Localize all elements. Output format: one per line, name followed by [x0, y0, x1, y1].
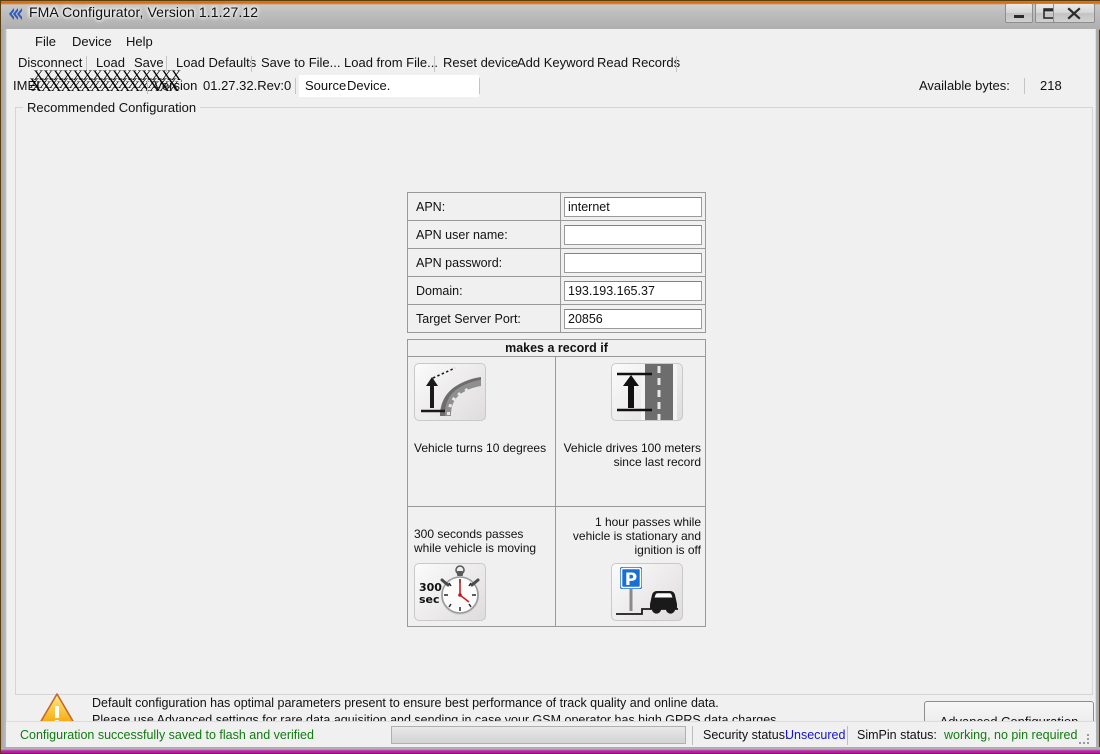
apn-password-field-cell [561, 249, 705, 276]
toolbar-load-from-file-button[interactable]: Load from File... [339, 54, 443, 71]
statusbar-separator-1 [692, 726, 693, 745]
toolbar-load-defaults-button[interactable]: Load Defaults [171, 54, 261, 71]
menu-item-help[interactable]: Help [118, 32, 161, 51]
resize-grip[interactable] [1079, 734, 1091, 746]
infostrip-separator-2 [295, 78, 296, 94]
record-condition-parked: 1 hour passes while vehicle is stationar… [556, 507, 705, 626]
record-condition-timer: 300 seconds passes while vehicle is movi… [408, 507, 556, 626]
record-conditions-title: makes a record if [408, 340, 705, 357]
simpin-status-value: working, no pin required [944, 728, 1078, 742]
statusbar-separator-2 [847, 726, 848, 745]
parking-sign-letter: P [625, 570, 637, 590]
close-button[interactable] [1053, 3, 1095, 23]
source-label: Source [305, 78, 347, 93]
toolbar-separator-4 [434, 56, 435, 72]
security-status-label: Security status: [703, 728, 789, 742]
road-distance-icon [611, 363, 683, 421]
status-message: Configuration successfully saved to flas… [20, 728, 314, 742]
connection-settings-table: APN: APN user name: APN password: Domain… [407, 192, 706, 333]
target-server-port-label: Target Server Port: [408, 305, 561, 332]
road-turn-icon [414, 363, 486, 421]
stopwatch-300-sec-icon: 300 sec [414, 563, 486, 621]
menu-item-file[interactable]: File [27, 32, 64, 51]
infostrip-separator-3 [479, 78, 480, 94]
apn-password-label: APN password: [408, 249, 561, 276]
infostrip-separator-4 [1024, 78, 1025, 94]
apn-user-name-label: APN user name: [408, 221, 561, 248]
app-window: FMA Configurator, Version 1.1.27.12 File [0, 0, 1100, 754]
app-chevron-icon [7, 7, 23, 21]
apn-field-cell [561, 193, 705, 220]
toolbar-read-records-button[interactable]: Read Records [592, 54, 685, 71]
target-server-port-input[interactable] [564, 308, 702, 329]
record-condition-distance: Vehicle drives 100 meters since last rec… [556, 357, 705, 507]
minimize-button[interactable] [1005, 3, 1033, 23]
progress-bar [391, 726, 686, 744]
table-row: APN password: [408, 249, 705, 277]
menu-item-device[interactable]: Device [64, 32, 120, 51]
record-condition-timer-label: 300 seconds passes while vehicle is movi… [414, 527, 537, 555]
security-status-value: Unsecured [785, 728, 846, 742]
target-server-port-field-cell [561, 305, 705, 332]
record-conditions-panel: makes a record if Vehicle turns 10 degre… [407, 339, 706, 627]
apn-user-name-field-cell [561, 221, 705, 248]
record-condition-turn-label: Vehicle turns 10 degrees [414, 441, 547, 455]
device-info-strip: IMEI XXXXXXXXXXXXXXX XXXXXXXXXXXXXXX XXX… [7, 68, 1095, 97]
apn-input[interactable] [564, 196, 702, 217]
record-condition-parked-label: 1 hour passes while vehicle is stationar… [572, 515, 701, 557]
apn-user-name-input[interactable] [564, 224, 702, 245]
record-conditions-grid: Vehicle turns 10 degrees Vehicle drives … [408, 357, 705, 626]
domain-label: Domain: [408, 277, 561, 304]
table-row: APN user name: [408, 221, 705, 249]
version-value: 01.27.32.Rev:0 [203, 78, 292, 93]
table-row: Domain: [408, 277, 705, 305]
warning-message-line-1: Default configuration has optimal parame… [92, 696, 719, 710]
infostrip-separator-1 [147, 78, 148, 94]
toolbar-save-to-file-button[interactable]: Save to File... [256, 54, 345, 71]
version-label: Version [154, 78, 198, 93]
domain-input[interactable] [564, 280, 702, 301]
parked-car-icon: P [611, 563, 683, 621]
title-bar: FMA Configurator, Version 1.1.27.12 [1, 1, 1100, 30]
apn-label: APN: [408, 193, 561, 220]
toolbar-separator-5 [676, 56, 677, 72]
available-bytes-value: 218 [1040, 78, 1062, 93]
source-value: Device. [347, 78, 391, 93]
apn-password-input[interactable] [564, 252, 702, 273]
svg-text:sec: sec [419, 593, 440, 606]
table-row: Target Server Port: [408, 305, 705, 333]
available-bytes-label: Available bytes: [919, 78, 1010, 93]
toolbar-add-keyword-button[interactable]: Add Keyword [512, 54, 599, 71]
client-area: File Device Help Disconnect Load Save Lo… [6, 29, 1096, 743]
menu-bar: File Device Help [7, 29, 1095, 53]
status-bar: Configuration successfully saved to flas… [6, 721, 1096, 749]
groupbox-label: Recommended Configuration [23, 100, 201, 115]
record-condition-turn: Vehicle turns 10 degrees [408, 357, 556, 507]
window-title: FMA Configurator, Version 1.1.27.12 [29, 4, 259, 20]
toolbar-separator-3 [251, 56, 252, 72]
table-row: APN: [408, 193, 705, 221]
record-condition-distance-label: Vehicle drives 100 meters since last rec… [563, 441, 701, 469]
simpin-status-label: SimPin status: [857, 728, 937, 742]
toolbar-reset-device-button[interactable]: Reset device [438, 54, 523, 71]
window-bottom-edge [1, 747, 1100, 753]
domain-field-cell [561, 277, 705, 304]
